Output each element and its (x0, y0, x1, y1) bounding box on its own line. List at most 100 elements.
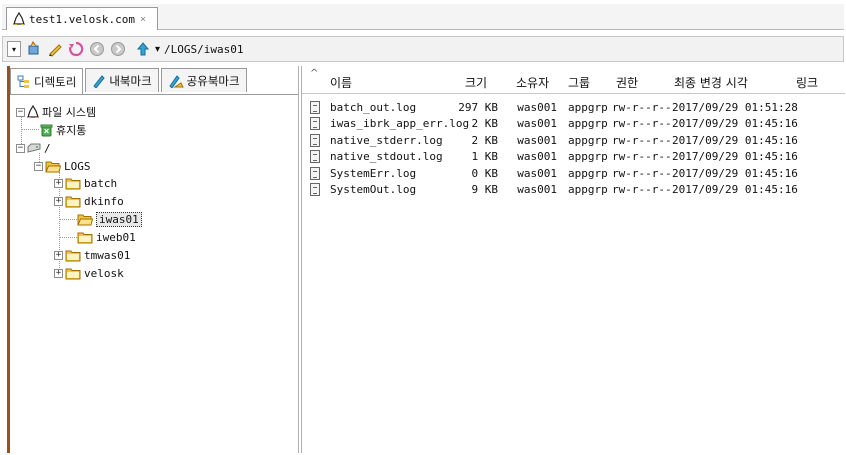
parent-folder-button[interactable] (134, 40, 152, 58)
folder-open-icon (45, 161, 61, 172)
column-header-permission[interactable]: 권한 (616, 74, 638, 91)
sort-indicator-icon[interactable]: ^ (310, 68, 318, 79)
file-name: native_stderr.log (330, 133, 443, 147)
column-header-owner[interactable]: 소유자 (516, 74, 549, 91)
file-owner: was001 (517, 117, 557, 131)
directory-icon (17, 75, 29, 88)
file-owner: was001 (517, 183, 557, 196)
path-input[interactable] (164, 40, 805, 58)
linux-tux-icon (27, 105, 39, 119)
tree-connector (21, 129, 39, 130)
tree-node-batch[interactable]: + batch (54, 174, 117, 192)
tree-connector (59, 237, 77, 238)
edit-button[interactable] (46, 40, 64, 58)
file-row[interactable]: native_stdout.log 1 KB was001 appgrp rw-r--r… (302, 149, 845, 166)
log-file-icon (310, 166, 320, 180)
left-panel-tabs: 디렉토리 내북마크 공유북마크 (10, 68, 272, 94)
file-row[interactable]: batch_out.log 297 KB was001 appgrp rw-r--r--… (302, 100, 845, 117)
tree-node-iwas01[interactable]: iwas01 (77, 210, 142, 228)
collapse-toggle[interactable]: − (34, 161, 43, 171)
file-size: 297 KB (458, 101, 498, 114)
log-file-icon (310, 183, 320, 196)
file-row[interactable]: native_stderr.log 2 KB was001 appgrp rw-r--r… (302, 133, 845, 150)
up-arrow-icon (136, 42, 150, 56)
forward-circle-icon (111, 42, 125, 56)
file-name: iwas_ibrk_app_err.log (330, 117, 470, 131)
file-name: batch_out.log (330, 101, 417, 114)
file-row[interactable]: SystemErr.log 0 KB was001 appgrp rw-r--r-- 20… (302, 166, 845, 183)
file-group: appgrp (568, 117, 608, 131)
file-modified: 2017/09/29 01:45:16 (672, 183, 798, 196)
left-tabs-divider (10, 94, 298, 95)
tree-node-tmwas01[interactable]: + tmwas01 (54, 246, 130, 264)
connection-tab-title: test1.velosk.com (29, 12, 135, 26)
trash-icon (40, 124, 53, 137)
tree-node-trash[interactable]: 휴지통 (40, 121, 86, 139)
column-header-group[interactable]: 그룹 (568, 74, 590, 91)
tab-my-bookmarks[interactable]: 내북마크 (85, 68, 159, 92)
log-file-icon (310, 133, 320, 147)
column-header-modified[interactable]: 최종 변경 시각 (674, 74, 748, 91)
file-modified: 2017/09/29 01:45:16 (672, 117, 798, 131)
view-dropdown-button[interactable]: ▾ (7, 41, 21, 57)
path-history-dropdown[interactable]: ▾ (155, 44, 160, 55)
toolbar: ▾ ▾ /LOGS/iwas01 (2, 36, 844, 62)
file-size: 2 KB (471, 117, 499, 131)
file-size: 1 KB (471, 150, 499, 164)
connect-button[interactable] (25, 40, 43, 58)
tree-node-logs[interactable]: − LOGS (34, 157, 91, 175)
column-header-name[interactable]: 이름 (330, 74, 352, 91)
file-permission: rw-r--r-- (612, 166, 672, 180)
folder-open-icon (77, 214, 93, 225)
file-permission: rw-r--r-- (612, 183, 672, 196)
shared-bookmark-icon (169, 74, 184, 88)
tree-node-label: iweb01 (96, 230, 136, 244)
refresh-icon (69, 41, 84, 57)
column-header-link[interactable]: 링크 (796, 74, 818, 91)
folder-icon (77, 232, 93, 243)
tree-node-label: dkinfo (84, 194, 124, 208)
folder-icon (65, 250, 81, 261)
expand-toggle[interactable]: + (54, 250, 63, 260)
file-row[interactable]: iwas_ibrk_app_err.log 2 KB was001 appgrp rw-… (302, 116, 845, 133)
expand-toggle[interactable]: + (54, 178, 63, 188)
file-owner: was001 (517, 133, 557, 147)
connection-tab[interactable]: test1.velosk.com × (6, 7, 158, 30)
expand-toggle[interactable]: + (54, 196, 63, 206)
hard-drive-icon (27, 143, 41, 153)
tree-node-velosk[interactable]: + velosk (54, 264, 124, 282)
file-group: appgrp (568, 133, 608, 147)
file-name: native_stdout.log (330, 150, 443, 164)
tree-connector (59, 219, 77, 220)
file-size: 0 KB (471, 166, 499, 180)
column-header-size[interactable]: 크기 (465, 74, 487, 91)
file-group: appgrp (568, 166, 608, 180)
tree-node-filesystem[interactable]: − 파일 시스템 (16, 103, 96, 121)
tab-shared-bookmarks[interactable]: 공유북마크 (160, 68, 247, 92)
collapse-toggle[interactable]: − (16, 143, 25, 153)
log-file-icon (310, 117, 320, 131)
tree-node-dkinfo[interactable]: + dkinfo (54, 192, 124, 210)
tab-my-bookmarks-label: 내북마크 (109, 73, 152, 88)
file-row[interactable]: SystemOut.log 9 KB was001 appgrp rw-r--r-- 20… (302, 182, 845, 199)
tab-directory-label: 디렉토리 (34, 74, 77, 89)
tab-directory[interactable]: 디렉토리 (10, 68, 84, 94)
directory-tree: − 파일 시스템 휴지통 − / − LOGS + batch + dkinfo… (16, 102, 298, 453)
file-modified: 2017/09/29 01:45:16 (672, 166, 798, 180)
refresh-button[interactable] (67, 40, 85, 58)
collapse-toggle[interactable]: − (16, 107, 25, 117)
tree-node-root-slash[interactable]: − / (16, 139, 51, 157)
tree-node-label: tmwas01 (84, 248, 131, 262)
expand-toggle[interactable]: + (54, 268, 63, 278)
back-button[interactable] (88, 40, 106, 58)
sftp-window: test1.velosk.com × ▾ ▾ /LOGS/iwas01 디렉토리… (0, 0, 846, 455)
forward-button[interactable] (109, 40, 127, 58)
file-modified: 2017/09/29 01:45:16 (672, 133, 798, 147)
tab-shared-bookmarks-label: 공유북마크 (186, 73, 240, 88)
tab-close-icon[interactable]: × (140, 14, 146, 25)
file-group: appgrp (568, 183, 608, 196)
file-list-panel: ^ 이름 크기 소유자 그룹 권한 최종 변경 시각 링크 batch_out.… (301, 66, 845, 453)
tree-node-iweb01[interactable]: iweb01 (77, 228, 136, 246)
file-permission: rw-r--r-- (612, 133, 672, 147)
directory-panel: 디렉토리 내북마크 공유북마크 − 파일 시스템 휴지통 − / − LOGS … (7, 66, 299, 453)
